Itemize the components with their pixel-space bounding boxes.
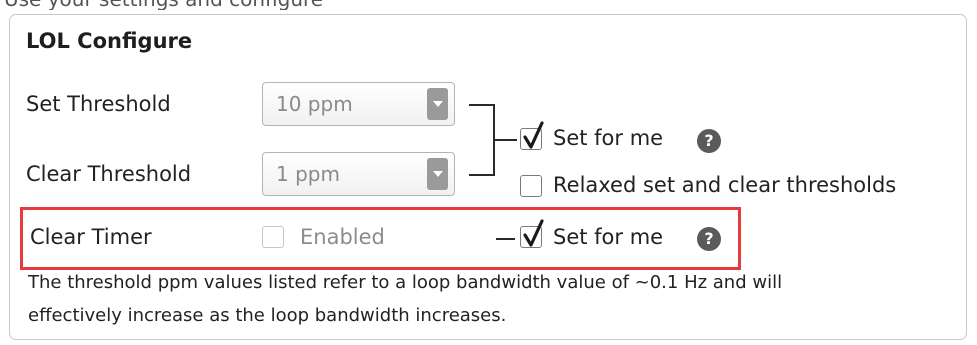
clear-threshold-label: Clear Threshold bbox=[26, 162, 192, 186]
threshold-set-for-me-label: Set for me bbox=[553, 126, 664, 150]
bracket-line-connector bbox=[493, 139, 517, 141]
checkmark-icon bbox=[523, 219, 544, 247]
timer-set-for-me-label: Set for me bbox=[553, 225, 664, 249]
threshold-set-for-me-checkbox[interactable] bbox=[520, 121, 544, 150]
help-icon[interactable]: ? bbox=[697, 129, 721, 153]
timer-set-for-me-checkbox[interactable] bbox=[520, 219, 544, 248]
clear-timer-enabled-checkbox[interactable] bbox=[262, 226, 284, 248]
clear-threshold-dropdown[interactable]: 1 ppm bbox=[262, 152, 455, 196]
relaxed-thresholds-label: Relaxed set and clear thresholds bbox=[553, 173, 897, 197]
checkmark-icon bbox=[523, 121, 544, 149]
chevron-down-icon[interactable] bbox=[427, 158, 448, 190]
lol-configure-panel: LOL Configure Set Threshold 10 ppm Clear… bbox=[9, 14, 967, 340]
set-threshold-value: 10 ppm bbox=[276, 92, 353, 116]
clear-timer-label: Clear Timer bbox=[30, 225, 152, 249]
clear-timer-enabled-label: Enabled bbox=[300, 225, 385, 249]
bracket-line-top bbox=[469, 104, 495, 106]
chevron-down-icon[interactable] bbox=[427, 88, 448, 120]
timer-connector-line bbox=[496, 238, 515, 240]
help-icon[interactable]: ? bbox=[697, 227, 721, 251]
cut-off-header-text: Use your settings and configure bbox=[4, 0, 323, 10]
relaxed-thresholds-checkbox[interactable] bbox=[520, 175, 542, 197]
note-line-1: The threshold ppm values listed refer to… bbox=[28, 272, 783, 293]
bracket-line-bottom bbox=[469, 174, 495, 176]
set-threshold-dropdown[interactable]: 10 ppm bbox=[262, 82, 455, 126]
clear-threshold-value: 1 ppm bbox=[276, 162, 340, 186]
panel-title: LOL Configure bbox=[26, 29, 193, 53]
set-threshold-label: Set Threshold bbox=[26, 92, 171, 116]
note-line-2: effectively increase as the loop bandwid… bbox=[28, 305, 507, 326]
cut-off-header: Use your settings and configure bbox=[0, 0, 977, 10]
